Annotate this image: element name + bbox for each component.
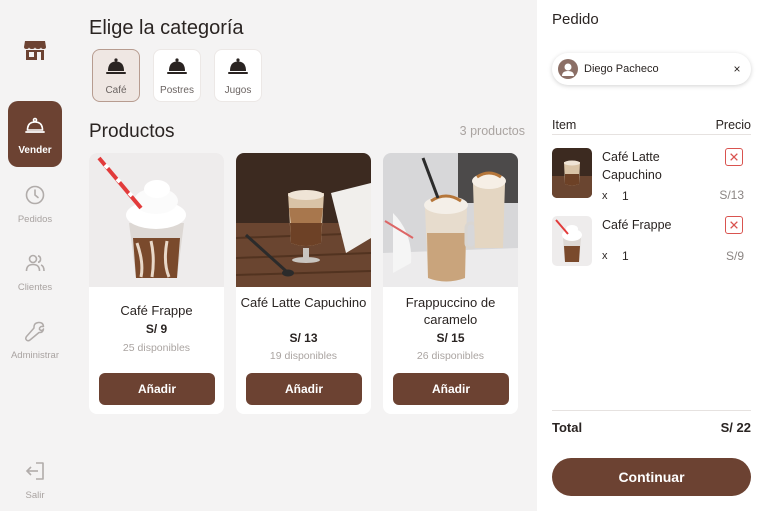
product-image: [383, 153, 518, 287]
quantity-value[interactable]: 1: [622, 189, 629, 203]
logout-icon: [25, 462, 44, 480]
user-icon: [562, 63, 574, 76]
product-name: Frappuccino de caramelo: [405, 295, 496, 327]
add-button[interactable]: Añadir: [99, 373, 215, 405]
order-item: Café Latte Capuchino x 1 S/13: [552, 148, 751, 204]
product-stock: 25 disponibles: [122, 342, 191, 354]
sidebar-item-pedidos[interactable]: Pedidos: [8, 170, 62, 236]
quantity-value[interactable]: 1: [622, 249, 629, 263]
product-image: [89, 153, 224, 287]
sidebar: Vender Pedidos Clientes Administrar Sali…: [0, 0, 70, 511]
order-item-image: [552, 148, 592, 198]
category-cafe[interactable]: Café: [92, 49, 140, 102]
users-icon: [25, 254, 45, 272]
remove-button[interactable]: [725, 148, 743, 166]
close-icon: [730, 221, 738, 229]
product-stock: 19 disponibles: [269, 350, 338, 362]
order-item-price: S/13: [719, 188, 744, 202]
cloche-icon: [167, 58, 187, 74]
sidebar-item-clientes[interactable]: Clientes: [8, 238, 62, 304]
close-icon[interactable]: ×: [723, 62, 751, 76]
order-item-name: Café Latte Capuchino: [602, 150, 662, 182]
column-header-item: Item: [552, 118, 577, 132]
order-item-name: Café Frappe: [602, 218, 672, 232]
order-item: Café Frappe x 1 S/9: [552, 216, 751, 266]
quantity-prefix: x: [602, 250, 608, 262]
main-content: Elige la categoría Café Postres Jugos Pr…: [70, 0, 537, 511]
product-price: S/ 9: [145, 322, 168, 336]
products-title: Productos: [89, 121, 175, 142]
column-header-price: Precio: [715, 118, 751, 132]
cloche-icon: [106, 58, 126, 74]
sidebar-item-administrar[interactable]: Administrar: [8, 306, 62, 372]
total-label: Total: [552, 420, 583, 435]
order-title: Pedido: [552, 11, 599, 28]
add-button[interactable]: Añadir: [246, 373, 362, 405]
sidebar-item-label: Vender: [18, 145, 52, 156]
product-card: Frappuccino de caramelo S/ 15 26 disponi…: [383, 153, 518, 414]
cloche-icon: [25, 117, 45, 133]
avatar: [558, 59, 578, 79]
close-icon: [730, 153, 738, 161]
sidebar-item-vender[interactable]: Vender: [8, 101, 62, 167]
logout-label: Salir: [25, 490, 45, 501]
category-label: Jugos: [224, 85, 252, 96]
product-card: Café Frappe S/ 9 25 disponibles Añadir: [89, 153, 224, 414]
client-chip[interactable]: Diego Pacheco ×: [552, 53, 751, 85]
divider: [552, 410, 751, 411]
wrench-icon: [25, 321, 45, 342]
product-name: Café Frappe: [120, 303, 193, 318]
category-title: Elige la categoría: [89, 17, 244, 39]
order-item-image: [552, 216, 592, 266]
total-value: S/ 22: [720, 420, 751, 435]
clock-icon: [25, 185, 45, 205]
logout-button[interactable]: Salir: [8, 446, 62, 511]
category-postres[interactable]: Postres: [153, 49, 201, 102]
sidebar-item-label: Administrar: [10, 350, 60, 361]
product-count: 3 productos: [459, 124, 525, 138]
remove-button[interactable]: [725, 216, 743, 234]
product-image: [236, 153, 371, 287]
product-price: S/ 15: [436, 331, 465, 345]
order-item-price: S/9: [725, 249, 744, 263]
store-icon: [23, 39, 47, 61]
add-button[interactable]: Añadir: [393, 373, 509, 405]
product-name: Café Latte Capuchino: [240, 295, 367, 310]
category-jugos[interactable]: Jugos: [214, 49, 262, 102]
category-label: Café: [105, 85, 127, 96]
order-panel: Pedido Diego Pacheco × Item Precio Café …: [537, 0, 766, 511]
quantity-prefix: x: [602, 190, 608, 202]
category-label: Postres: [160, 85, 194, 96]
product-stock: 26 disponibles: [416, 350, 485, 362]
divider: [552, 134, 751, 135]
product-card: Café Latte Capuchino S/ 13 19 disponible…: [236, 153, 371, 414]
product-price: S/ 13: [289, 331, 318, 345]
continue-button[interactable]: Continuar: [552, 458, 751, 496]
sidebar-item-label: Pedidos: [17, 214, 53, 225]
cloche-icon: [228, 58, 248, 74]
client-name: Diego Pacheco: [584, 63, 659, 75]
sidebar-item-label: Clientes: [17, 282, 53, 293]
